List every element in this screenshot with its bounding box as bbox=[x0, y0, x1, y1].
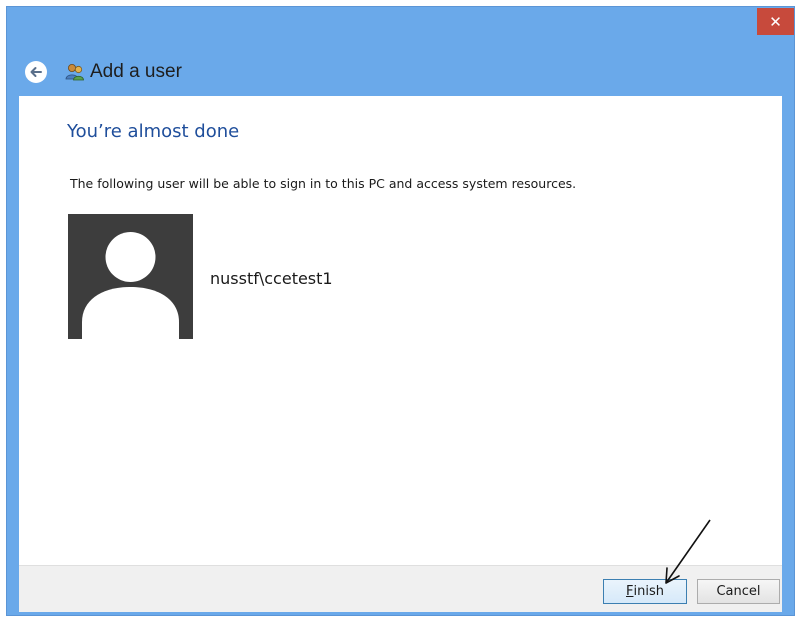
close-button[interactable]: ✕ bbox=[757, 8, 794, 35]
page-heading: You’re almost done bbox=[67, 121, 240, 142]
user-account-name: nusstf\ccetest1 bbox=[210, 269, 333, 288]
dialog-window: ✕ Add a user You’re almost done The foll… bbox=[6, 6, 795, 616]
description-text: The following user will be able to sign … bbox=[70, 176, 577, 191]
users-icon bbox=[64, 62, 86, 82]
close-icon: ✕ bbox=[769, 12, 782, 31]
user-avatar bbox=[68, 214, 193, 339]
finish-accesskey: F bbox=[626, 584, 634, 599]
button-bar: Finish Cancel bbox=[19, 565, 782, 612]
window-title: Add a user bbox=[90, 61, 182, 82]
back-arrow-icon bbox=[30, 67, 42, 77]
cancel-button[interactable]: Cancel bbox=[697, 579, 780, 604]
title-bar: Add a user bbox=[25, 59, 182, 85]
back-button[interactable] bbox=[25, 61, 47, 83]
main-content: You’re almost done The following user wi… bbox=[19, 96, 782, 565]
finish-label: inish bbox=[633, 584, 664, 599]
finish-button[interactable]: Finish bbox=[603, 579, 687, 604]
cancel-label: Cancel bbox=[716, 584, 761, 599]
